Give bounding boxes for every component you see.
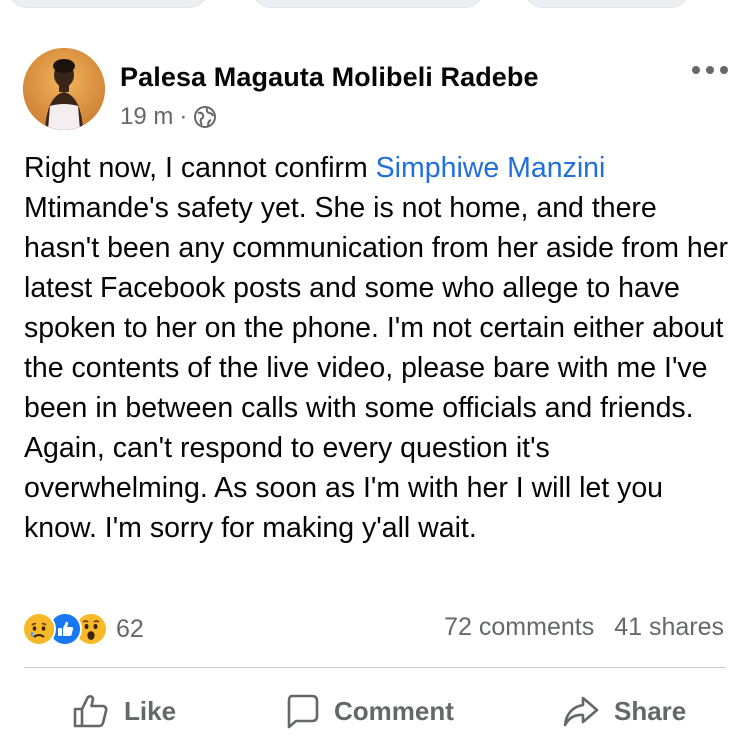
- shares-count[interactable]: 41 shares: [614, 613, 724, 642]
- post-timestamp[interactable]: 19 m: [120, 103, 173, 131]
- divider: [24, 667, 726, 668]
- globe-icon[interactable]: [193, 105, 217, 129]
- comment-label: Comment: [334, 695, 454, 726]
- meta-separator: ·: [179, 103, 188, 130]
- author-name[interactable]: Palesa Magauta Molibeli Radebe: [120, 62, 539, 93]
- comment-bubble-icon: [287, 694, 319, 729]
- share-arrow-icon: [563, 696, 599, 727]
- more-options-icon[interactable]: [692, 62, 728, 78]
- post-body: Right now, I cannot confirm Simphiwe Man…: [24, 148, 734, 548]
- engagement-stats: 72 comments 41 shares: [444, 613, 724, 642]
- share-label: Share: [614, 695, 687, 726]
- share-button[interactable]: Share: [562, 688, 686, 734]
- action-bar: Like Comment Share: [0, 688, 750, 734]
- comment-button[interactable]: Comment: [284, 688, 454, 734]
- avatar[interactable]: [23, 48, 105, 130]
- post-text-rest: Mtimande's safety yet. She is not home, …: [24, 192, 729, 544]
- like-button[interactable]: Like: [72, 688, 176, 734]
- reaction-count: 62: [116, 614, 144, 643]
- sad-reaction-icon: [22, 612, 56, 646]
- post-card: Palesa Magauta Molibeli Radebe 19 m · Ri…: [0, 0, 750, 751]
- reactions-summary[interactable]: 62: [22, 611, 144, 647]
- comments-count[interactable]: 72 comments: [444, 613, 594, 642]
- post-text-start: Right now, I cannot confirm: [24, 152, 376, 184]
- thumbs-up-icon: [73, 695, 108, 728]
- like-label: Like: [124, 695, 177, 726]
- post-meta: 19 m ·: [120, 102, 217, 132]
- mention-link[interactable]: Simphiwe Manzini: [376, 152, 606, 184]
